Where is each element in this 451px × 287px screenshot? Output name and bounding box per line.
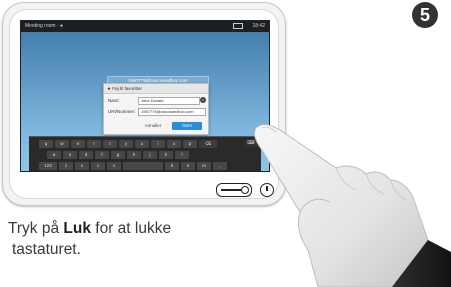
caption-line-1: Tryk på Luk for at lukke: [8, 218, 258, 239]
caption-line-2: tastaturet.: [12, 241, 81, 258]
instruction-caption: Tryk på Luk for at lukke tastaturet.: [8, 218, 258, 260]
caption-prefix: Tryk på: [8, 220, 64, 237]
step-number-badge: 5: [412, 2, 438, 28]
caption-suffix: for at lukke: [90, 220, 172, 237]
caption-bold: Luk: [63, 220, 91, 237]
